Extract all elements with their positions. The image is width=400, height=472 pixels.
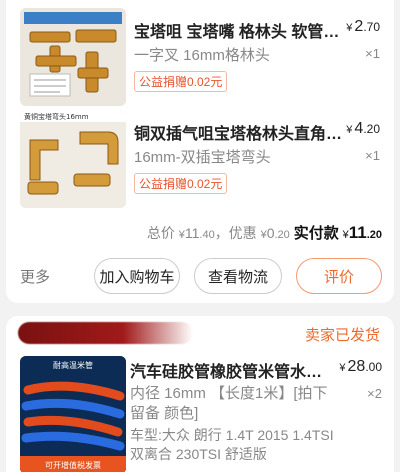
more-button[interactable]: 更多 bbox=[20, 266, 50, 287]
discount-integer: 0 bbox=[266, 225, 275, 241]
discount-label: ，优惠 bbox=[214, 225, 257, 241]
order-card: 卖家已发货 耐高温米管 可开增值税发票 汽车硅胶管橡胶管米管水管耐高温 ¥28.… bbox=[6, 316, 394, 472]
price-integer: 28 bbox=[347, 358, 366, 375]
total-decimal: .40 bbox=[199, 229, 215, 241]
car-model-spec: 车型:大众 朗行 1.4T 2015 1.4TSI 双离合 230TSI 舒适版 bbox=[130, 427, 334, 462]
paid-decimal: .20 bbox=[366, 229, 382, 241]
product-image[interactable] bbox=[20, 8, 126, 106]
price-decimal: .70 bbox=[363, 20, 380, 34]
charity-badge: 公益捐赠0.02元 bbox=[134, 71, 228, 92]
product-quantity: ×1 bbox=[365, 148, 380, 163]
thumbnail-caption: 黄铜宝塔弯头16mm bbox=[24, 112, 89, 121]
product-image[interactable]: 耐高温米管 可开增值税发票 bbox=[20, 356, 126, 472]
charity-badge: 公益捐赠0.02元 bbox=[134, 173, 228, 194]
product-price: ¥2.70 bbox=[346, 18, 380, 36]
currency-symbol: ¥ bbox=[339, 362, 346, 374]
product-title[interactable]: 汽车硅胶管橡胶管米管水管耐高温 bbox=[130, 358, 330, 382]
product-quantity: ×1 bbox=[365, 46, 380, 61]
store-name-redacted[interactable] bbox=[18, 322, 193, 344]
price-integer: 2 bbox=[354, 18, 364, 35]
product-spec: 一字叉 16mm格林头 bbox=[134, 47, 270, 64]
price-decimal: .00 bbox=[365, 360, 382, 374]
thumbnail-top-text: 耐高温米管 bbox=[53, 360, 93, 370]
total-label: 总价 bbox=[146, 225, 175, 241]
product-price: ¥4.20 bbox=[346, 120, 380, 138]
currency-symbol: ¥ bbox=[346, 22, 353, 34]
product-spec: 内径 16mm 【长度1米】[拍下 留备 颜色] bbox=[130, 385, 328, 422]
order-item[interactable]: 宝塔咀 宝塔嘴 格林头 软管接头 铜 ¥2.70 一字叉 16mm格林头 ×1 … bbox=[20, 8, 380, 108]
order-item[interactable]: 黄铜宝塔弯头16mm 铜双插气咀宝塔格林头直角弯头 ¥4.20 16mm-双插宝… bbox=[20, 110, 380, 210]
currency-symbol: ¥ bbox=[346, 124, 353, 136]
add-to-cart-button[interactable]: 加入购物车 bbox=[94, 258, 180, 294]
price-decimal: .20 bbox=[363, 122, 380, 136]
product-image[interactable]: 黄铜宝塔弯头16mm bbox=[20, 110, 126, 208]
thumbnail-bottom-text: 可开增值税发票 bbox=[45, 460, 101, 470]
order-summary: 总价 ¥11.40，优惠 ¥0.20 实付款 ¥11.20 bbox=[147, 222, 382, 243]
order-list: 宝塔咀 宝塔嘴 格林头 软管接头 铜 ¥2.70 一字叉 16mm格林头 ×1 … bbox=[0, 0, 400, 472]
paid-label: 实付款 bbox=[293, 225, 339, 242]
product-quantity: ×2 bbox=[367, 386, 382, 401]
product-spec: 16mm-双插宝塔弯头 bbox=[134, 149, 271, 166]
order-card: 宝塔咀 宝塔嘴 格林头 软管接头 铜 ¥2.70 一字叉 16mm格林头 ×1 … bbox=[6, 0, 394, 303]
product-title[interactable]: 宝塔咀 宝塔嘴 格林头 软管接头 铜 bbox=[134, 18, 352, 42]
paid-integer: 11 bbox=[348, 223, 367, 242]
product-title[interactable]: 铜双插气咀宝塔格林头直角弯头 bbox=[134, 120, 352, 144]
product-price: ¥28.00 bbox=[339, 358, 382, 376]
rate-button[interactable]: 评价 bbox=[296, 258, 382, 294]
total-integer: 11 bbox=[184, 225, 200, 241]
price-integer: 4 bbox=[354, 120, 364, 137]
order-status: 卖家已发货 bbox=[304, 327, 380, 344]
view-logistics-button[interactable]: 查看物流 bbox=[194, 258, 282, 294]
discount-decimal: .20 bbox=[274, 229, 290, 241]
